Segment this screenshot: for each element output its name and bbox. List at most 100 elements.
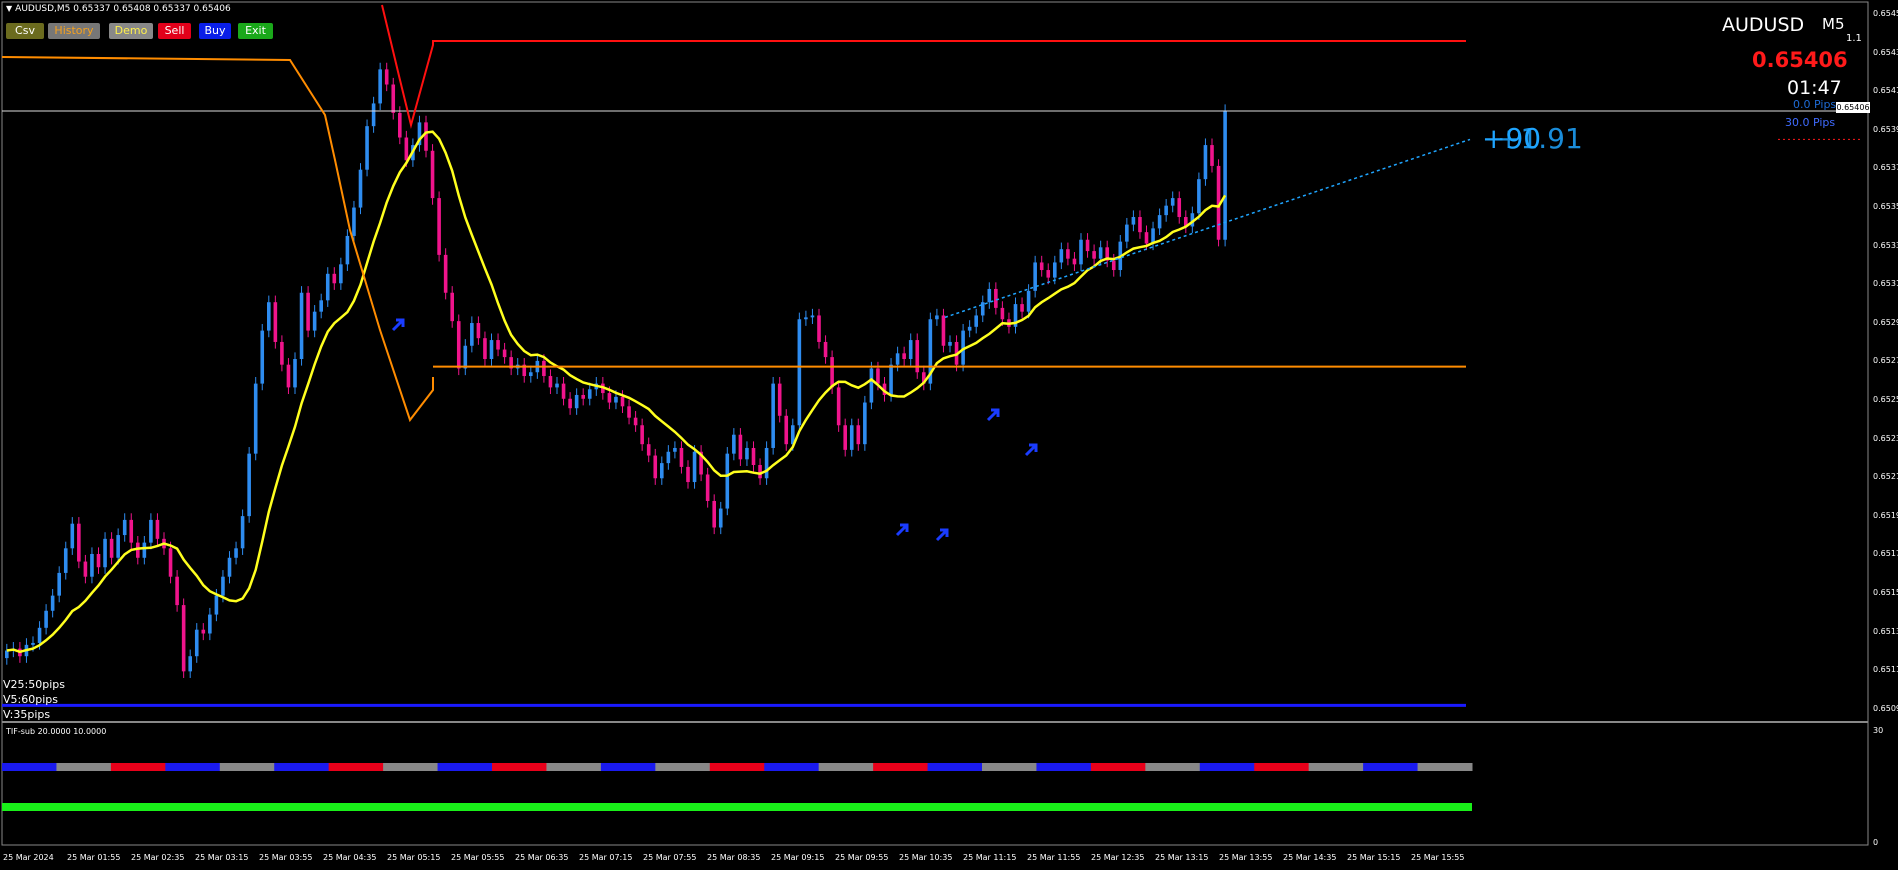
- price-scale-label: 0.65455: [1873, 9, 1898, 18]
- candle-body: [214, 595, 219, 615]
- time-axis-label: 25 Mar 09:55: [835, 853, 889, 862]
- demo-button[interactable]: Demo: [109, 23, 153, 39]
- candle-body: [208, 614, 212, 634]
- candle-body: [705, 474, 710, 501]
- candle-body: [450, 292, 454, 322]
- trend-segment: [1090, 763, 1146, 771]
- candle-body: [424, 122, 428, 151]
- time-axis-label: 25 Mar 06:35: [515, 853, 569, 862]
- candle-body: [122, 519, 127, 536]
- history-button[interactable]: History: [48, 23, 100, 39]
- candle-body: [1177, 198, 1182, 218]
- price-scale-label: 0.65295: [1873, 317, 1898, 327]
- buy-arrow-icon: [986, 408, 1000, 422]
- candle-body: [194, 629, 199, 657]
- candle-body: [764, 447, 769, 479]
- trend-segment: [927, 763, 983, 771]
- csv-button[interactable]: Csv: [6, 23, 44, 39]
- time-axis-label: 25 Mar 05:15: [387, 853, 441, 862]
- price-scale-label: 0.65235: [1873, 433, 1898, 443]
- candle-body: [476, 323, 481, 339]
- price-scale-label: 0.65215: [1873, 472, 1898, 482]
- candle-body: [738, 434, 743, 460]
- candle-body: [463, 345, 468, 369]
- candle-body: [142, 542, 147, 558]
- candle-body: [758, 465, 762, 479]
- candle-body: [548, 376, 553, 388]
- candle-body: [653, 455, 658, 479]
- candle-body: [247, 453, 251, 517]
- candle-body: [849, 425, 854, 450]
- candle-body: [1092, 251, 1096, 259]
- pips-thirty-label: 30.0 Pips: [1785, 116, 1836, 129]
- price-chart[interactable]: [0, 0, 1898, 870]
- time-axis-label: 25 Mar 2024: [3, 853, 54, 862]
- bid-price: 0.65406: [1752, 48, 1848, 72]
- candle-body: [201, 629, 206, 634]
- time-axis-label: 25 Mar 11:15: [963, 853, 1017, 862]
- candle-body: [37, 627, 42, 643]
- candle-body: [221, 576, 225, 596]
- trend-segment: [1363, 763, 1419, 771]
- candle-body: [941, 315, 946, 346]
- candle-body: [1059, 249, 1064, 263]
- time-axis-label: 25 Mar 04:35: [323, 853, 377, 862]
- bar-timer: 01:47: [1787, 77, 1842, 99]
- time-axis-label: 25 Mar 05:55: [451, 853, 505, 862]
- candle-body: [352, 207, 356, 236]
- price-scale-label: 0.65395: [1873, 124, 1898, 134]
- candle-body: [384, 69, 389, 85]
- v-label: V:35pips: [3, 708, 51, 721]
- sub-window-label: TIF-sub 20.0000 10.0000: [6, 727, 107, 736]
- candle-body: [273, 302, 278, 342]
- candle-body: [129, 519, 134, 543]
- candle-body: [967, 326, 972, 331]
- price-scale-label: 0.65095: [1873, 703, 1898, 713]
- candle-body: [673, 447, 677, 452]
- candle-body: [168, 548, 173, 577]
- candle-body: [489, 340, 494, 359]
- candle-body: [1144, 232, 1149, 244]
- candle-body: [149, 519, 153, 543]
- sell-button[interactable]: Sell: [158, 23, 191, 39]
- candle-body: [771, 383, 775, 448]
- trend-segment: [165, 763, 221, 771]
- candle-body: [777, 383, 782, 416]
- candle-body: [306, 292, 310, 331]
- candle-body: [607, 393, 612, 403]
- trend-segment: [1199, 763, 1255, 771]
- time-axis-label: 25 Mar 03:15: [195, 853, 249, 862]
- time-axis-label: 25 Mar 13:15: [1155, 853, 1209, 862]
- candle-body: [1111, 260, 1116, 271]
- candle-body: [31, 642, 35, 645]
- candle-body: [456, 321, 461, 369]
- trend-segment: [873, 763, 929, 771]
- candle-body: [994, 288, 998, 308]
- candle-body: [83, 561, 88, 577]
- candle-body: [1072, 258, 1077, 265]
- candle-body: [902, 353, 906, 359]
- candle-body: [1026, 290, 1031, 312]
- trend-segment: [655, 763, 711, 771]
- trend-segment: [2, 763, 57, 771]
- candle-body: [136, 542, 140, 558]
- candle-body: [332, 273, 337, 284]
- dropdown-triangle-icon[interactable]: ▼: [6, 4, 12, 13]
- candle-body: [1079, 239, 1083, 265]
- time-axis-label: 25 Mar 15:55: [1411, 853, 1465, 862]
- candle-body: [44, 610, 48, 628]
- candle-body: [116, 535, 120, 558]
- candle-body: [948, 341, 952, 346]
- price-scale-label: 0.65415: [1873, 86, 1898, 96]
- buy-arrow-icon: [895, 523, 909, 537]
- panel-timeframe-value: 1.1: [1846, 33, 1862, 44]
- candle-body: [70, 523, 75, 549]
- moving-average-line: [6, 130, 1227, 654]
- trend-segment: [219, 763, 275, 771]
- buy-button[interactable]: Buy: [199, 23, 231, 39]
- price-scale-label: 0.65115: [1873, 665, 1898, 675]
- symbol-header: ▼ AUDUSD,M5 0.65337 0.65408 0.65337 0.654…: [6, 4, 231, 14]
- exit-button[interactable]: Exit: [238, 23, 273, 39]
- candle-body: [574, 394, 579, 409]
- candle-body: [312, 311, 317, 331]
